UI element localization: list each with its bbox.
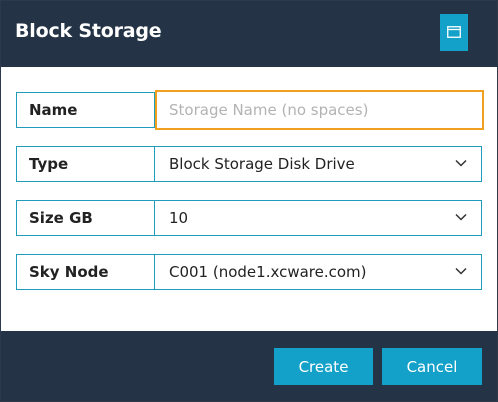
storage-name-input[interactable]: [155, 90, 484, 130]
sky-node-selected-value: C001 (node1.xcware.com): [169, 263, 367, 281]
chevron-down-icon: [455, 267, 467, 275]
create-button[interactable]: Create: [274, 348, 373, 385]
dialog-header: Block Storage: [1, 1, 497, 67]
chevron-down-icon: [455, 159, 467, 167]
size-selected-value: 10: [169, 209, 189, 227]
dialog-footer: Create Cancel: [1, 331, 497, 401]
name-field-row: Name: [16, 90, 484, 130]
chevron-down-icon: [455, 213, 467, 221]
type-label: Type: [17, 147, 155, 181]
size-select[interactable]: Size GB 10: [16, 200, 482, 236]
cancel-button[interactable]: Cancel: [382, 348, 482, 385]
size-label: Size GB: [17, 201, 155, 235]
window-maximize-icon: [447, 26, 461, 38]
name-label: Name: [17, 93, 155, 127]
sky-node-select[interactable]: Sky Node C001 (node1.xcware.com): [16, 254, 482, 290]
dialog-title: Block Storage: [15, 20, 162, 42]
sky-node-label: Sky Node: [17, 255, 155, 289]
type-selected-value: Block Storage Disk Drive: [169, 155, 355, 173]
maximize-button[interactable]: [440, 14, 468, 51]
type-select[interactable]: Type Block Storage Disk Drive: [16, 146, 482, 182]
block-storage-dialog: Block Storage Name Type Block Storage Di…: [0, 0, 498, 402]
